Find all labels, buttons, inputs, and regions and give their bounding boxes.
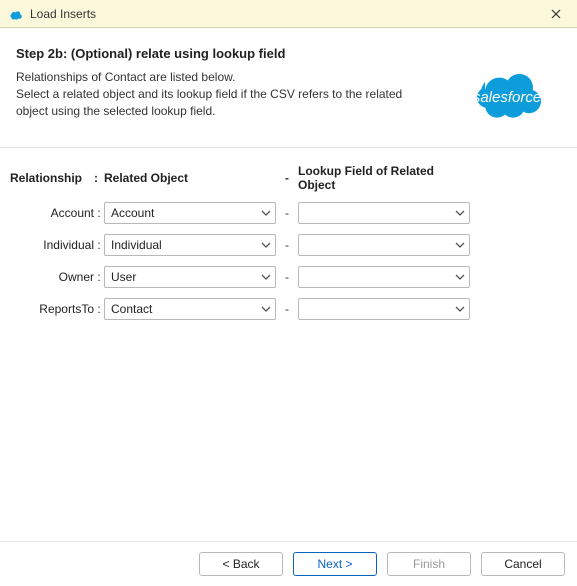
- dash: -: [276, 270, 298, 284]
- lookup-field-select[interactable]: [298, 234, 470, 256]
- colon: :: [94, 270, 104, 284]
- wizard-footer: < Back Next > Finish Cancel: [0, 541, 577, 586]
- related-object-select[interactable]: Contact: [104, 298, 276, 320]
- related-object-select[interactable]: User: [104, 266, 276, 288]
- chevron-down-icon: [455, 304, 465, 314]
- step-desc-line1: Relationships of Contact are listed belo…: [16, 70, 235, 84]
- wizard-header: Step 2b: (Optional) relate using lookup …: [0, 28, 577, 148]
- relationship-grid: Relationship : Related Object - Lookup F…: [10, 164, 567, 320]
- select-value: Account: [111, 206, 154, 220]
- related-object-select[interactable]: Individual: [104, 234, 276, 256]
- chevron-down-icon: [261, 208, 271, 218]
- relationship-label: Account: [10, 206, 94, 220]
- back-button[interactable]: < Back: [199, 552, 283, 576]
- select-value: Individual: [111, 238, 162, 252]
- relationship-label: ReportsTo: [10, 302, 94, 316]
- header-colon: :: [94, 171, 104, 185]
- chevron-down-icon: [455, 240, 465, 250]
- step-description: Relationships of Contact are listed belo…: [16, 69, 416, 119]
- chevron-down-icon: [455, 272, 465, 282]
- header-dash: -: [276, 171, 298, 185]
- relationship-label: Owner: [10, 270, 94, 284]
- select-value: Contact: [111, 302, 152, 316]
- select-value: User: [111, 270, 136, 284]
- dash: -: [276, 238, 298, 252]
- finish-button: Finish: [387, 552, 471, 576]
- col-header-related-object: Related Object: [104, 171, 276, 185]
- chevron-down-icon: [261, 240, 271, 250]
- relationship-label: Individual: [10, 238, 94, 252]
- close-icon: [551, 9, 561, 19]
- content-area: Relationship : Related Object - Lookup F…: [0, 148, 577, 320]
- colon: :: [94, 302, 104, 316]
- logo-text: salesforce: [473, 89, 541, 106]
- close-button[interactable]: [543, 4, 569, 24]
- lookup-field-select[interactable]: [298, 266, 470, 288]
- dash: -: [276, 302, 298, 316]
- lookup-field-select[interactable]: [298, 298, 470, 320]
- col-header-relationship: Relationship: [10, 171, 94, 185]
- dash: -: [276, 206, 298, 220]
- chevron-down-icon: [455, 208, 465, 218]
- chevron-down-icon: [261, 304, 271, 314]
- cancel-button[interactable]: Cancel: [481, 552, 565, 576]
- app-icon: [6, 5, 24, 23]
- salesforce-logo: salesforce: [453, 58, 563, 136]
- related-object-select[interactable]: Account: [104, 202, 276, 224]
- col-header-lookup-field: Lookup Field of Related Object: [298, 164, 470, 192]
- colon: :: [94, 238, 104, 252]
- titlebar: Load Inserts: [0, 0, 577, 28]
- step-desc-line2: Select a related object and its lookup f…: [16, 87, 402, 118]
- next-button[interactable]: Next >: [293, 552, 377, 576]
- chevron-down-icon: [261, 272, 271, 282]
- window-title: Load Inserts: [30, 7, 543, 21]
- lookup-field-select[interactable]: [298, 202, 470, 224]
- colon: :: [94, 206, 104, 220]
